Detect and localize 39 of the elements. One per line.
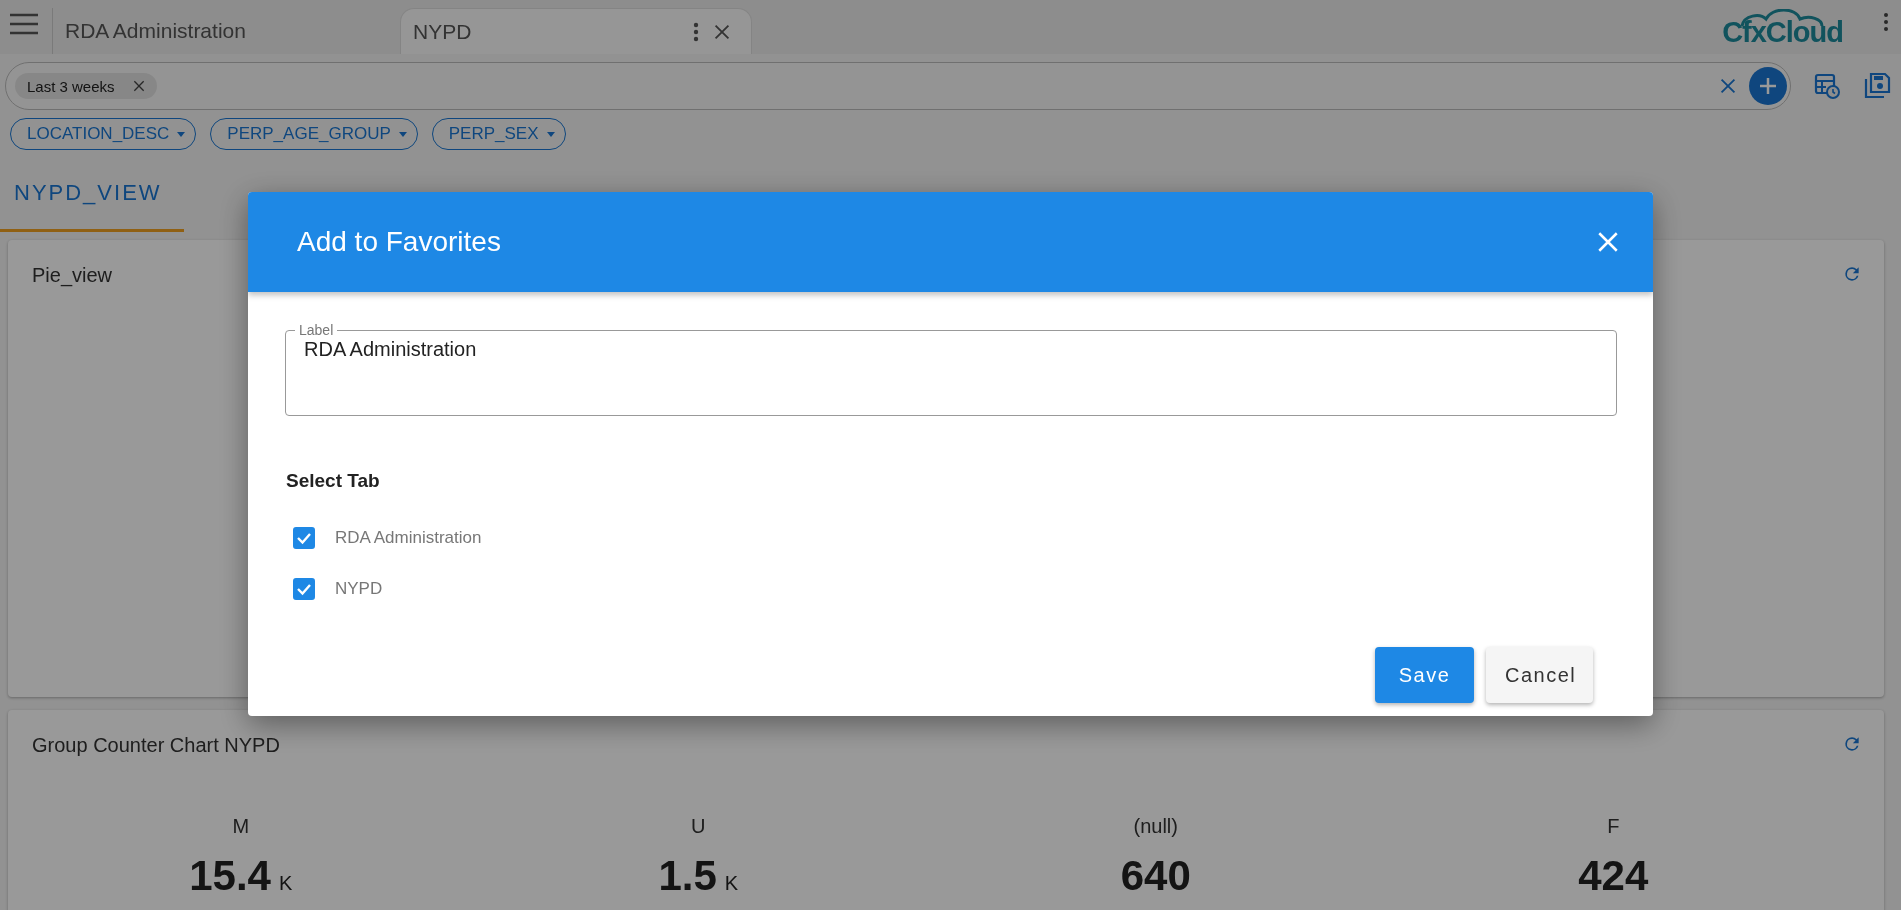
more-icon[interactable] [693, 21, 699, 42]
app-tab[interactable]: NYPD [400, 8, 752, 54]
caret-icon [177, 131, 186, 137]
save-icon[interactable] [1863, 72, 1891, 100]
caret-icon [398, 131, 407, 137]
cancel-button[interactable]: Cancel [1486, 647, 1593, 703]
logo: CfxCloud [1722, 9, 1843, 45]
view-tab[interactable]: NYPD_VIEW [0, 156, 184, 232]
counter-label: F [1607, 815, 1620, 838]
schedule-table-icon[interactable] [1813, 72, 1841, 100]
counter-unit: K [724, 872, 739, 895]
menu-icon[interactable] [8, 12, 40, 36]
section-title: Select Tab [286, 470, 381, 492]
filter-chip[interactable]: Last 3 weeks [15, 73, 157, 99]
field-label: Label [298, 322, 335, 338]
card-title: Pie_view [32, 264, 113, 287]
checkbox-label: NYPD [335, 578, 383, 599]
counter-unit: K [278, 872, 293, 895]
add-button[interactable] [1749, 67, 1787, 105]
counter-value: 1.5 [658, 852, 717, 900]
filter-field[interactable]: Last 3 weeks [5, 62, 1791, 110]
counter-value: 640 [1120, 852, 1191, 900]
checkbox[interactable] [293, 526, 315, 549]
plus-icon [1758, 76, 1778, 96]
refresh-icon[interactable] [1842, 264, 1862, 284]
dialog-title: Add to Favorites [297, 226, 501, 258]
label-field[interactable]: Label RDA Administration [285, 322, 1617, 416]
card-title: Group Counter Chart NYPD [32, 734, 280, 757]
refresh-icon[interactable] [1842, 734, 1862, 754]
counter-value: 15.4 [189, 852, 271, 900]
checkbox[interactable] [293, 577, 315, 600]
more-icon[interactable] [1883, 12, 1889, 32]
counter-label: M [232, 815, 250, 838]
caret-icon [546, 131, 555, 137]
counter-label: (null) [1133, 815, 1178, 838]
counter-label: U [691, 815, 706, 838]
checkbox-label: RDA Administration [335, 527, 482, 548]
counter-value: 424 [1578, 852, 1649, 900]
save-button[interactable]: Save [1375, 647, 1474, 703]
